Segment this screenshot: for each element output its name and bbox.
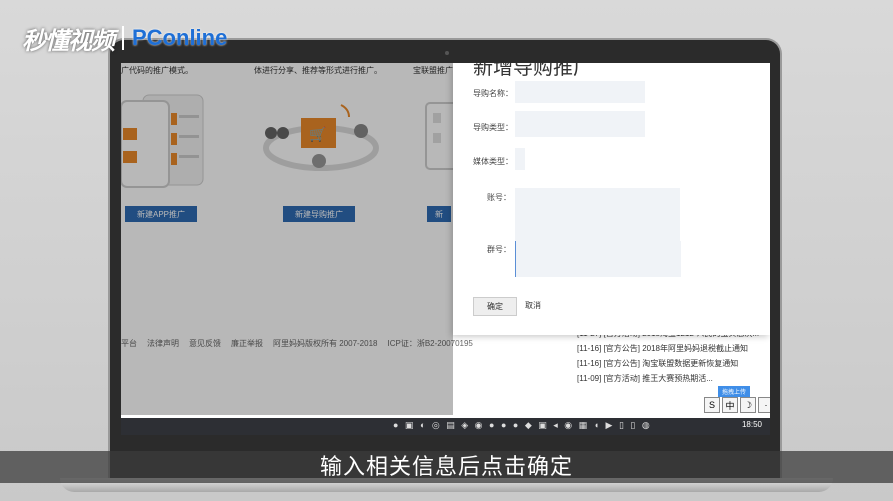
field-label-media: 媒体类型： (473, 157, 513, 166)
taskbar-clock: 18:50 (741, 420, 762, 429)
drag-upload-tip: 拖拽上传 (718, 386, 751, 397)
type-select[interactable] (515, 111, 645, 137)
field-label-account: 账号： (487, 193, 511, 202)
field-label-type: 导购类型： (473, 123, 513, 132)
watermark: 秒懂视频 PConline (22, 22, 228, 55)
ime-moon-icon[interactable]: ☽ (740, 397, 756, 413)
ime-toolbar: S 中 ☽ · (704, 397, 770, 413)
tray-icons[interactable]: ● ▣ ◐ ◎ ▤ ◈ ◉ ● ● ● ◆ ▣ ◂ ◉ ▦ ◖ ▶ ▯ ▯ ◍ (393, 420, 652, 431)
confirm-button[interactable]: 确定 (473, 297, 517, 316)
name-input[interactable] (515, 81, 645, 103)
cancel-button[interactable]: 取消 (525, 300, 541, 311)
subtitle-text: 输入相关信息后点击确定 (319, 454, 573, 479)
group-input[interactable] (515, 241, 681, 277)
field-label-group: 群号： (487, 245, 511, 254)
news-item[interactable]: [11-16] [官方公告] 2018年阿里妈妈退税截止通知 (571, 341, 770, 356)
add-shopping-promo-dialog: 新增导购推广 导购名称： 导购类型： 媒体类型： 账号： 群号： 确定 取消 (453, 63, 770, 335)
news-item[interactable]: [11-16] [官方公告] 淘宝联盟数据更新恢复通知 (571, 356, 770, 371)
ime-mode-key[interactable]: 中 (722, 397, 738, 413)
watermark-separator (122, 26, 124, 50)
watermark-cn: 秒懂视频 (22, 25, 115, 55)
media-select[interactable] (515, 148, 525, 170)
news-item[interactable]: [11-09] [官方活动] 推王大赛预热期活... (571, 371, 770, 386)
dialog-title: 新增导购推广 (473, 63, 593, 79)
screen: 广代码的推广模式。 体进行分享、推荐等形式进行推广。 宝联盟推广 🛒 新建APP… (121, 63, 770, 435)
ime-logo-icon[interactable]: S (704, 397, 720, 413)
modal-overlay-lower (121, 333, 453, 415)
taskbar: ● ▣ ◐ ◎ ▤ ◈ ◉ ● ● ● ◆ ▣ ◂ ◉ ▦ ◖ ▶ ▯ ▯ ◍ … (121, 418, 770, 435)
account-input[interactable] (515, 188, 680, 243)
camera-dot (445, 51, 449, 55)
ime-punct-key[interactable]: · (758, 397, 770, 413)
watermark-en: PConline (132, 25, 228, 50)
field-label-name: 导购名称： (473, 89, 513, 98)
